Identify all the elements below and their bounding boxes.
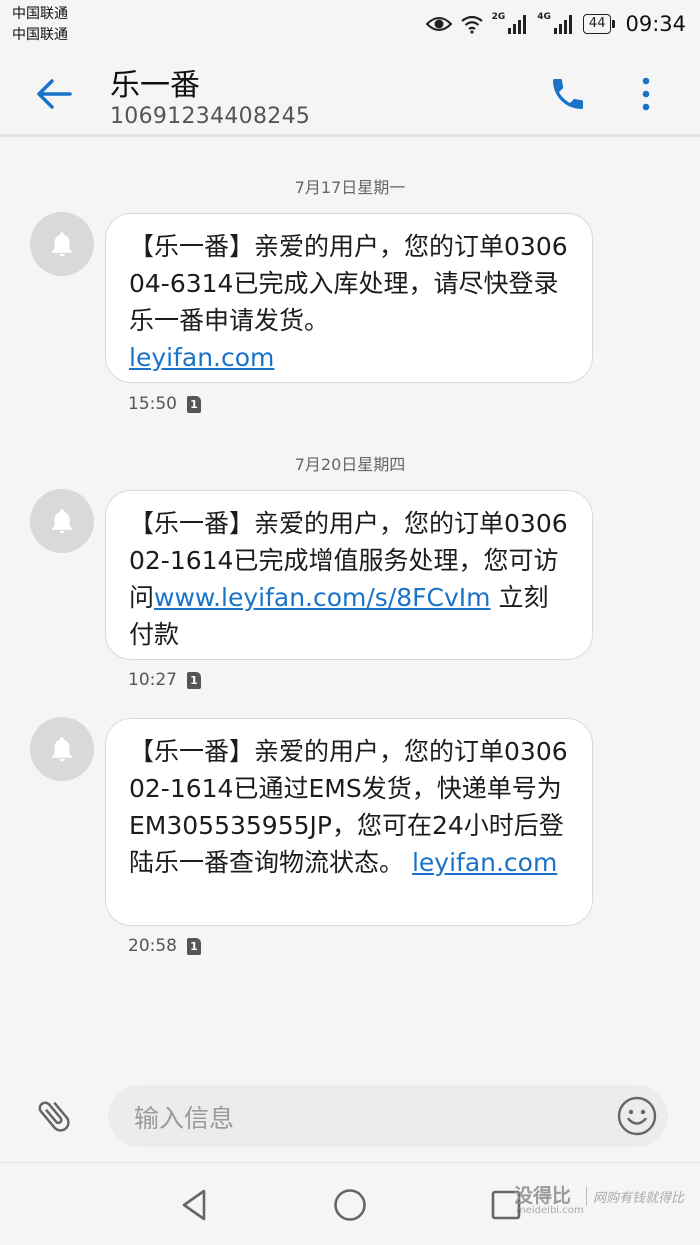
contact-name: 乐一番 (110, 68, 200, 103)
sim-card-icon: 1 (187, 395, 201, 413)
conversation-header: 乐一番 10691234408245 (0, 48, 700, 136)
message-link[interactable]: leyifan.com (129, 343, 274, 372)
message-meta: 10:27 1 (128, 670, 201, 690)
back-arrow-icon[interactable] (32, 72, 76, 116)
wifi-icon (460, 15, 483, 34)
watermark-sub: meideibi.com (516, 1205, 584, 1216)
avatar (30, 489, 94, 553)
message-bubble[interactable]: 【乐一番】亲爱的用户，您的订单030602-1614已通过EMS发货，快递单号为… (105, 718, 593, 926)
paperclip-icon[interactable] (34, 1096, 74, 1136)
message-bubble[interactable]: 【乐一番】亲爱的用户，您的订单030604-6314已完成入库处理，请尽快登录乐… (105, 213, 593, 383)
input-placeholder: 输入信息 (134, 1104, 235, 1133)
status-bar: 中国联通 中国联通 2G 4G 44 09:34 (0, 0, 700, 48)
battery-indicator: 44 (582, 14, 615, 34)
status-icons: 2G 4G 44 09:34 (425, 8, 686, 40)
message-meta: 15:50 1 (128, 394, 201, 414)
network-type-2: 4G (537, 12, 551, 22)
signal-icon-2 (553, 15, 572, 34)
nav-back-icon[interactable] (176, 1187, 212, 1223)
message-meta: 20:58 1 (128, 936, 201, 956)
header-divider (0, 134, 700, 137)
avatar (30, 717, 94, 781)
date-separator: 7月17日星期一 (294, 178, 406, 197)
nav-home-icon[interactable] (332, 1187, 368, 1223)
carrier-label-1: 中国联通 (12, 6, 68, 22)
sim-card-icon: 1 (187, 937, 201, 955)
message-link[interactable]: www.leyifan.com/s/8FCvIm (154, 583, 491, 612)
bell-icon (52, 737, 72, 762)
watermark: 没得比 meideibi.com 网购有钱就得比 (514, 1181, 694, 1227)
message-time: 20:58 (128, 936, 177, 956)
eye-icon (425, 17, 452, 31)
watermark-main: 没得比 (514, 1185, 572, 1207)
message-input[interactable]: 输入信息 (108, 1085, 668, 1147)
message-time: 15:50 (128, 394, 177, 414)
message-bubble[interactable]: 【乐一番】亲爱的用户，您的订单030602-1614已完成增值服务处理，您可访问… (105, 490, 593, 660)
navigation-bar: 没得比 meideibi.com 网购有钱就得比 (0, 1162, 700, 1245)
signal-icon-1 (508, 15, 527, 34)
message-link[interactable]: leyifan.com (412, 848, 557, 877)
message-time: 10:27 (128, 670, 177, 690)
contact-number: 10691234408245 (110, 104, 311, 129)
watermark-slogan: 网购有钱就得比 (586, 1187, 684, 1206)
message-text: 【乐一番】亲爱的用户，您的订单030604-6314已完成入库处理，请尽快登录乐… (129, 232, 568, 335)
carrier-label-2: 中国联通 (12, 27, 68, 43)
status-time: 09:34 (625, 12, 686, 36)
sim-card-icon: 1 (187, 671, 201, 689)
more-vert-icon[interactable] (632, 72, 660, 116)
bell-icon (52, 232, 72, 257)
phone-icon[interactable] (548, 74, 588, 114)
avatar (30, 212, 94, 276)
date-separator: 7月20日星期四 (294, 455, 406, 474)
emoji-icon[interactable] (616, 1095, 658, 1137)
bell-icon (52, 509, 72, 534)
network-type-1: 2G (491, 12, 506, 22)
